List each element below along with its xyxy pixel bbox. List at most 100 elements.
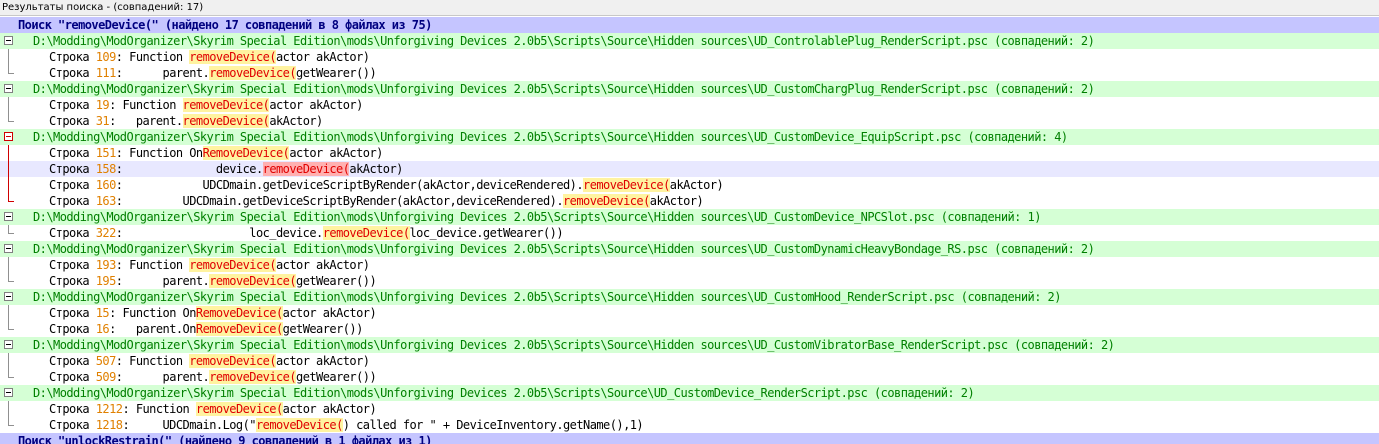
match-line[interactable]: Строка 151: Function OnRemoveDevice(acto… [0,145,1379,161]
match-text: Строка 195: parent.removeDevice(getWeare… [49,274,377,288]
file-result-header[interactable]: D:\Modding\ModOrganizer\Skyrim Special E… [0,209,1379,225]
line-number: 193 [95,258,117,272]
file-result-header[interactable]: D:\Modding\ModOrganizer\Skyrim Special E… [0,289,1379,305]
fold-guide [8,65,14,74]
match-line[interactable]: Строка 193: Function removeDevice(actor … [0,257,1379,273]
match-text: Строка 507: Function removeDevice(actor … [49,354,370,368]
match-line[interactable]: Строка 1218: UDCDmain.Log("removeDevice(… [0,417,1379,433]
line-label: Строка [49,418,90,432]
code-after: actor akActor) [276,354,370,368]
collapse-toggle-icon[interactable] [4,132,13,141]
match-text: Строка 15: Function OnRemoveDevice(actor… [49,306,377,320]
match-line[interactable]: Строка 509: parent.removeDevice(getWeare… [0,369,1379,385]
code-before: loc_device. [129,226,323,240]
code-after: akActor) [269,114,323,128]
line-label: Строка [49,258,90,272]
code-before: parent.On [122,322,197,336]
line-label: Строка [49,178,90,192]
line-number: 158 [95,162,117,176]
match-line[interactable]: Строка 158: device.removeDevice(akActor) [0,161,1379,177]
file-result-header[interactable]: D:\Modding\ModOrganizer\Skyrim Special E… [0,33,1379,49]
code-after: getWearer()) [296,370,377,384]
match-highlight: removeDevice( [209,66,297,80]
match-highlight: RemoveDevice( [202,146,290,160]
code-before: device. [129,162,263,176]
match-line[interactable]: Строка 19: Function removeDevice(actor a… [0,97,1379,113]
fold-guide [8,417,14,426]
search-results-panel[interactable]: Поиск "removeDevice(" (найдено 17 совпад… [0,17,1379,444]
match-line[interactable]: Строка 111: parent.removeDevice(getWeare… [0,65,1379,81]
match-line[interactable]: Строка 109: Function removeDevice(actor … [0,49,1379,65]
match-line[interactable]: Строка 195: parent.removeDevice(getWeare… [0,273,1379,289]
fold-guide [8,161,9,177]
match-line[interactable]: Строка 160: UDCDmain.getDeviceScriptByRe… [0,177,1379,193]
line-label: Строка [49,322,90,336]
file-result-header[interactable]: D:\Modding\ModOrganizer\Skyrim Special E… [0,81,1379,97]
file-result-header[interactable]: D:\Modding\ModOrganizer\Skyrim Special E… [0,385,1379,401]
line-label: Строка [49,354,90,368]
fold-guide [8,273,14,282]
file-path: D:\Modding\ModOrganizer\Skyrim Special E… [33,82,1095,96]
match-text: Строка 151: Function OnRemoveDevice(acto… [49,146,383,160]
match-text: Строка 19: Function removeDevice(actor a… [49,98,363,112]
code-after: getWearer()) [296,274,377,288]
collapse-toggle-icon[interactable] [4,36,13,45]
code-before: parent. [129,370,210,384]
file-path: D:\Modding\ModOrganizer\Skyrim Special E… [33,290,1061,304]
fold-guide [8,113,14,122]
file-result-header[interactable]: D:\Modding\ModOrganizer\Skyrim Special E… [0,337,1379,353]
match-line[interactable]: Строка 163: UDCDmain.getDeviceScriptByRe… [0,193,1379,209]
code-after: getWearer()) [296,66,377,80]
fold-guide [8,321,14,330]
collapse-toggle-icon[interactable] [4,84,13,93]
match-text: Строка 1218: UDCDmain.Log("removeDevice(… [49,418,644,432]
fold-guide [8,97,9,113]
match-line[interactable]: Строка 1212: Function removeDevice(actor… [0,401,1379,417]
match-highlight: removeDevice( [189,50,277,64]
match-highlight: removeDevice( [563,194,650,208]
code-after: akActor) [649,194,704,208]
code-after: actor akActor) [276,50,370,64]
line-number: 1218 [95,418,123,432]
match-text: Строка 31: parent.removeDevice(akActor) [49,114,323,128]
code-after: actor akActor) [282,402,377,416]
fold-guide [8,305,9,321]
line-number: 160 [95,178,117,192]
match-line[interactable]: Строка 31: parent.removeDevice(akActor) [0,113,1379,129]
search-header-text: Поиск "removeDevice(" (найдено 17 совпад… [18,18,432,32]
code-before: Function [129,50,190,64]
line-label: Строка [49,194,90,208]
file-result-header[interactable]: D:\Modding\ModOrganizer\Skyrim Special E… [0,241,1379,257]
code-after: ) called for " + DeviceInventory.getName… [342,418,644,432]
line-number: 15 [95,306,110,320]
match-text: Строка 163: UDCDmain.getDeviceScriptByRe… [49,194,704,208]
code-after: actor akActor) [289,146,383,160]
code-before: Function On [129,146,203,160]
code-before: parent. [122,114,183,128]
match-highlight: removeDevice( [262,162,350,176]
search-header[interactable]: Поиск "unlockRestrain(" (найдено 9 совпа… [0,433,1379,444]
match-line[interactable]: Строка 322: loc_device.removeDevice(loc_… [0,225,1379,241]
code-after: akActor) [349,162,403,176]
code-before: UDCDmain.getDeviceScriptByRender(akActor… [129,178,584,192]
match-line[interactable]: Строка 15: Function OnRemoveDevice(actor… [0,305,1379,321]
line-number: 16 [95,322,110,336]
match-highlight: RemoveDevice( [195,306,283,320]
search-header[interactable]: Поиск "removeDevice(" (найдено 17 совпад… [0,17,1379,33]
match-line[interactable]: Строка 16: parent.OnRemoveDevice(getWear… [0,321,1379,337]
match-line[interactable]: Строка 507: Function removeDevice(actor … [0,353,1379,369]
match-text: Строка 158: device.removeDevice(akActor) [49,162,403,176]
collapse-toggle-icon[interactable] [4,340,13,349]
collapse-toggle-icon[interactable] [4,388,13,397]
line-number: 31 [95,114,110,128]
file-path: D:\Modding\ModOrganizer\Skyrim Special E… [33,242,1095,256]
line-label: Строка [49,146,90,160]
collapse-toggle-icon[interactable] [4,212,13,221]
line-label: Строка [49,370,90,384]
collapse-toggle-icon[interactable] [4,244,13,253]
code-after: akActor) [669,178,724,192]
file-result-header[interactable]: D:\Modding\ModOrganizer\Skyrim Special E… [0,129,1379,145]
line-number: 195 [95,274,117,288]
collapse-toggle-icon[interactable] [4,292,13,301]
match-text: Строка 193: Function removeDevice(actor … [49,258,370,272]
